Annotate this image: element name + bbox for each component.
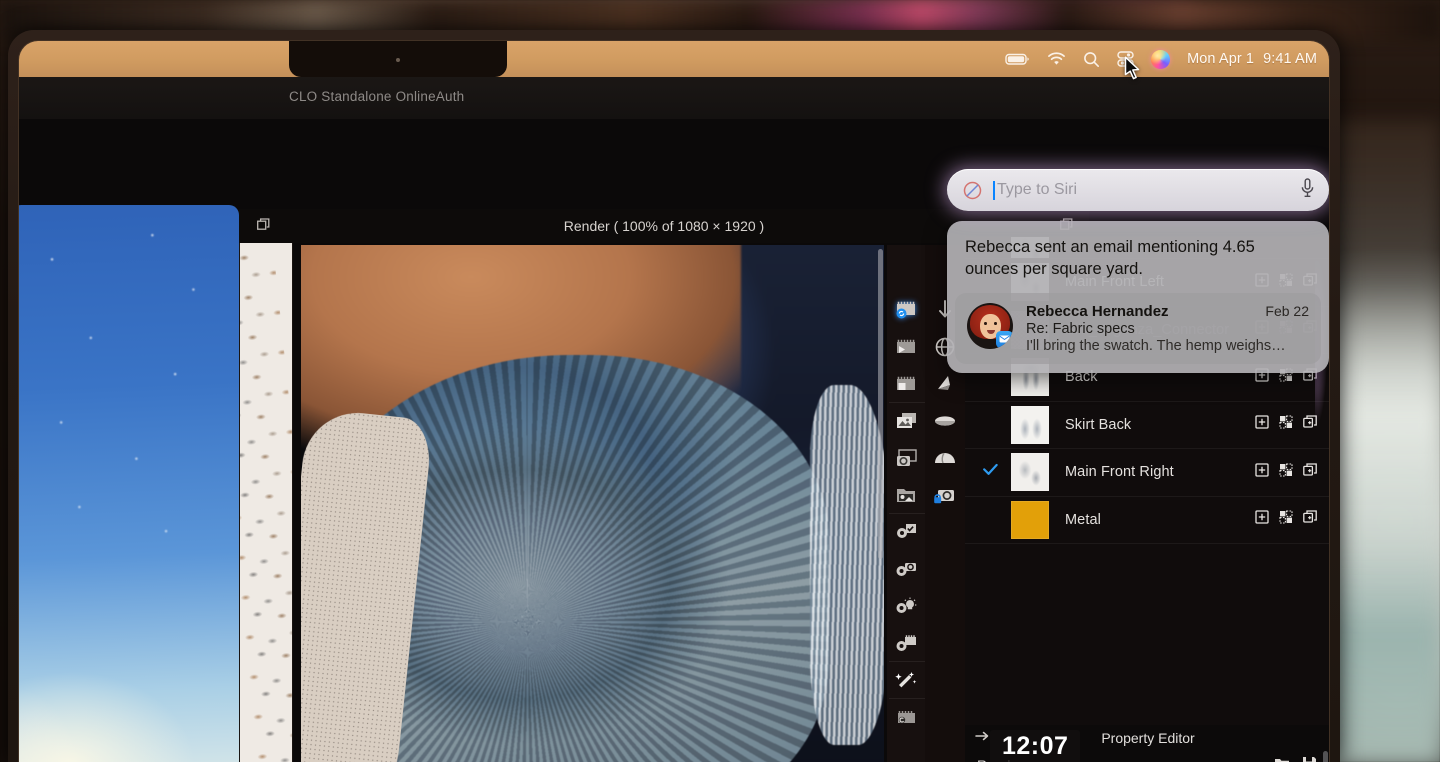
grid-icon[interactable] bbox=[1279, 415, 1293, 434]
gear-light-icon[interactable] bbox=[889, 587, 925, 624]
render-stop-icon[interactable] bbox=[889, 365, 925, 402]
property-editor-scrollbar[interactable] bbox=[1323, 751, 1328, 762]
siri-response-card: Rebecca sent an email mentioning 4.65 ou… bbox=[947, 221, 1329, 373]
image-folder-icon[interactable] bbox=[889, 476, 925, 513]
render-ruffle-trim bbox=[810, 385, 884, 745]
folder-open-icon[interactable] bbox=[1274, 756, 1290, 762]
render-row-icons bbox=[1274, 756, 1317, 762]
fabric-label: Skirt Back bbox=[1065, 416, 1132, 433]
menu-bar-date: Mon Apr 1 bbox=[1187, 51, 1255, 67]
pill-icon[interactable] bbox=[927, 402, 963, 439]
gear-check-icon[interactable] bbox=[889, 513, 925, 550]
snapshot-camera-icon[interactable] bbox=[889, 439, 925, 476]
image-stack-icon[interactable] bbox=[889, 402, 925, 439]
table-row[interactable]: Metal bbox=[965, 497, 1329, 544]
mouse-cursor bbox=[1124, 56, 1141, 86]
camera-lock-icon[interactable] bbox=[927, 476, 963, 513]
fabric-label: Metal bbox=[1065, 511, 1101, 528]
background-preview-panel bbox=[19, 205, 239, 762]
selected-check-icon bbox=[983, 463, 998, 481]
arrow-right-icon[interactable] bbox=[975, 729, 990, 747]
time-overlay: 12:07 bbox=[990, 730, 1081, 762]
email-subject: Re: Fabric specs bbox=[1026, 320, 1135, 337]
siri-icon[interactable] bbox=[1151, 49, 1171, 69]
table-row[interactable]: Skirt Back bbox=[965, 402, 1329, 449]
gear-camera-icon[interactable] bbox=[889, 550, 925, 587]
email-result-card[interactable]: Rebecca Hernandez Feb 22 Re: Fabric spec… bbox=[955, 292, 1321, 364]
render-play-icon[interactable] bbox=[889, 328, 925, 365]
save-icon[interactable] bbox=[1302, 756, 1317, 762]
render-scrollbar[interactable] bbox=[878, 249, 883, 559]
email-date: Feb 22 bbox=[1265, 302, 1309, 319]
row-actions bbox=[1255, 415, 1329, 434]
siri-input-placeholder: Type to Siri bbox=[997, 181, 1078, 198]
add-icon[interactable] bbox=[1255, 415, 1269, 434]
property-editor-title: Property Editor bbox=[1101, 730, 1195, 746]
text-cursor bbox=[993, 180, 995, 200]
duplicate-icon[interactable] bbox=[1303, 510, 1317, 529]
laptop-screen: Mon Apr 1 9:41 AM CLO Standalone OnlineA… bbox=[18, 40, 1330, 762]
email-preview: I'll bring the swatch. The hemp weighs… bbox=[1026, 337, 1286, 354]
render-header-label: Render ( 100% of 1080 × 1920 ) bbox=[563, 218, 765, 234]
mail-icon bbox=[996, 330, 1013, 348]
row-actions bbox=[1255, 510, 1329, 529]
add-icon[interactable] bbox=[1255, 463, 1269, 482]
siri-overlay: Type to Siri ▼ Rebecca sent an email men… bbox=[947, 169, 1329, 373]
render-viewport[interactable] bbox=[301, 245, 884, 762]
video-settings-icon[interactable] bbox=[889, 698, 925, 735]
search-icon[interactable] bbox=[1083, 51, 1100, 68]
avatar bbox=[967, 302, 1013, 349]
microphone-icon[interactable] bbox=[1300, 177, 1315, 203]
email-details: Rebecca Hernandez Feb 22 Re: Fabric spec… bbox=[1026, 303, 1309, 354]
app-title: CLO Standalone OnlineAuth bbox=[289, 89, 465, 104]
fabric-thumbnail bbox=[1011, 453, 1049, 492]
duplicate-icon[interactable] bbox=[1303, 463, 1317, 482]
screenshot-root: Mon Apr 1 9:41 AM CLO Standalone OnlineA… bbox=[0, 0, 1440, 762]
menu-bar-clock[interactable]: Mon Apr 1 9:41 AM bbox=[1187, 51, 1317, 67]
row-actions bbox=[1255, 463, 1329, 482]
fabric-thumbnail bbox=[1011, 500, 1049, 539]
dome-icon[interactable] bbox=[927, 439, 963, 476]
render-video-sync-icon[interactable] bbox=[889, 291, 925, 328]
fabric-thumbnail bbox=[1011, 405, 1049, 444]
magic-wand-icon[interactable] bbox=[889, 661, 925, 698]
gear-video-icon[interactable] bbox=[889, 624, 925, 661]
duplicate-icon[interactable] bbox=[1303, 415, 1317, 434]
battery-icon[interactable] bbox=[1005, 52, 1030, 66]
grid-icon[interactable] bbox=[1279, 510, 1293, 529]
detach-left-icon[interactable] bbox=[257, 218, 270, 234]
table-row[interactable]: Main Front Right bbox=[965, 449, 1329, 497]
siri-response-text: Rebecca sent an email mentioning 4.65 ou… bbox=[965, 238, 1255, 278]
grid-icon[interactable] bbox=[1279, 463, 1293, 482]
color-swatch-strip[interactable] bbox=[239, 237, 293, 762]
menu-bar-time: 9:41 AM bbox=[1263, 51, 1317, 67]
wifi-icon[interactable] bbox=[1047, 52, 1066, 66]
camera-icon bbox=[396, 58, 400, 62]
render-toolbar-primary bbox=[887, 245, 927, 762]
add-icon[interactable] bbox=[1255, 510, 1269, 529]
fabric-label: Main Front Right bbox=[1065, 464, 1174, 481]
no-entry-icon bbox=[963, 181, 982, 200]
siri-input-field[interactable]: Type to Siri bbox=[947, 169, 1329, 211]
display-notch bbox=[289, 41, 507, 77]
email-sender: Rebecca Hernandez bbox=[1026, 302, 1169, 320]
